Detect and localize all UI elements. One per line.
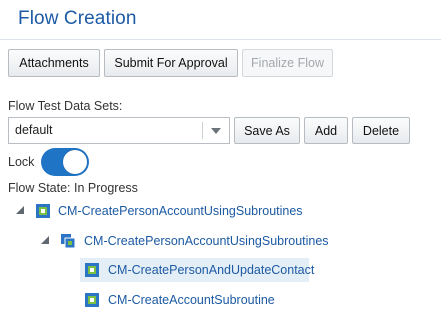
toggle-knob <box>63 150 87 174</box>
tree-node-leaf-selected[interactable]: CM-CreatePersonAndUpdateContact <box>80 258 314 282</box>
flow-node-icon <box>36 204 50 218</box>
title-divider <box>0 39 441 40</box>
attachments-button[interactable]: Attachments <box>8 49 100 77</box>
tree-node-child[interactable]: CM-CreatePersonAccountUsingSubroutines <box>84 229 329 253</box>
page-title: Flow Creation <box>18 8 137 29</box>
finalize-flow-button[interactable]: Finalize Flow <box>242 49 333 77</box>
submit-for-approval-button[interactable]: Submit For Approval <box>104 49 238 77</box>
data-set-select[interactable]: default <box>8 117 230 144</box>
data-set-selected-value: default <box>15 123 53 137</box>
tree-node-label: CM-CreatePersonAndUpdateContact <box>108 263 315 277</box>
delete-button[interactable]: Delete <box>352 117 410 144</box>
expanded-triangle-icon[interactable] <box>40 235 50 245</box>
tree-node-leaf[interactable]: CM-CreateAccountSubroutine <box>108 288 275 312</box>
flow-node-icon <box>85 293 99 307</box>
tree-node-label: CM-CreatePersonAccountUsingSubroutines <box>58 204 303 218</box>
select-divider <box>202 122 203 139</box>
flow-node-icon <box>85 263 99 277</box>
data-sets-label: Flow Test Data Sets: <box>8 99 123 113</box>
tree-node-root[interactable]: CM-CreatePersonAccountUsingSubroutines <box>58 199 303 223</box>
flow-state-text: Flow State: In Progress <box>8 181 138 195</box>
save-as-button[interactable]: Save As <box>234 117 300 144</box>
tree-node-label: CM-CreateAccountSubroutine <box>108 293 275 307</box>
lock-toggle[interactable] <box>41 148 89 176</box>
add-button[interactable]: Add <box>304 117 348 144</box>
expanded-triangle-icon[interactable] <box>15 205 25 215</box>
chevron-down-icon[interactable] <box>211 128 221 134</box>
lock-label: Lock <box>8 155 35 169</box>
flow-group-icon <box>61 234 76 249</box>
tree-node-label: CM-CreatePersonAccountUsingSubroutines <box>84 234 329 248</box>
